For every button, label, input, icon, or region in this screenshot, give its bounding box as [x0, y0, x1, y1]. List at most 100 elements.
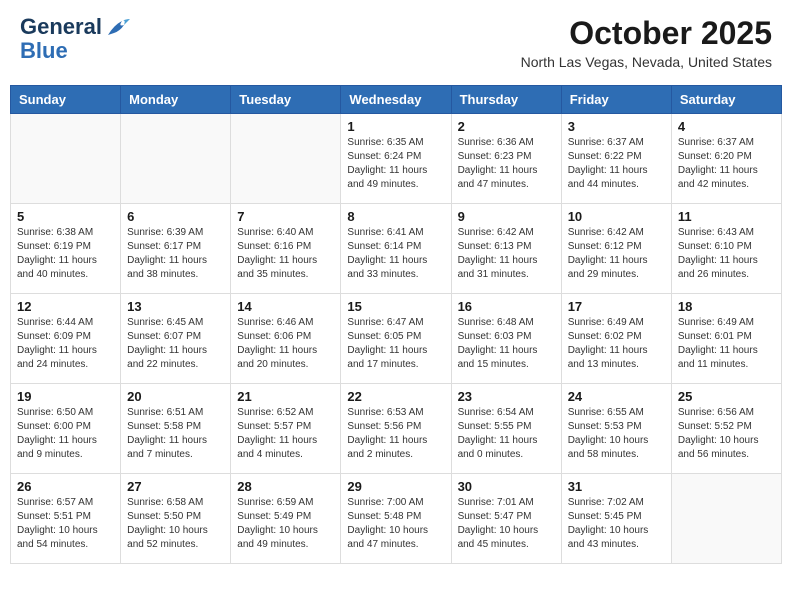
calendar-cell: 19 Sunrise: 6:50 AMSunset: 6:00 PMDayligh… [11, 384, 121, 474]
logo-bird-icon [104, 17, 132, 39]
day-info: Sunrise: 7:02 AMSunset: 5:45 PMDaylight:… [568, 496, 665, 552]
day-number: 31 [568, 479, 665, 494]
calendar-cell: 5 Sunrise: 6:38 AMSunset: 6:19 PMDaylight… [11, 204, 121, 294]
calendar-cell: 14 Sunrise: 6:46 AMSunset: 6:06 PMDayligh… [231, 294, 341, 384]
day-number: 22 [347, 389, 444, 404]
day-header-sunday: Sunday [11, 86, 121, 114]
day-number: 25 [678, 389, 775, 404]
day-info: Sunrise: 6:46 AMSunset: 6:06 PMDaylight:… [237, 316, 334, 372]
day-info: Sunrise: 6:49 AMSunset: 6:02 PMDaylight:… [568, 316, 665, 372]
calendar-cell: 27 Sunrise: 6:58 AMSunset: 5:50 PMDayligh… [121, 474, 231, 564]
day-number: 13 [127, 299, 224, 314]
day-number: 1 [347, 119, 444, 134]
day-number: 16 [458, 299, 555, 314]
calendar-cell: 12 Sunrise: 6:44 AMSunset: 6:09 PMDayligh… [11, 294, 121, 384]
day-header-saturday: Saturday [671, 86, 781, 114]
day-header-wednesday: Wednesday [341, 86, 451, 114]
day-info: Sunrise: 6:49 AMSunset: 6:01 PMDaylight:… [678, 316, 775, 372]
calendar-week-row: 19 Sunrise: 6:50 AMSunset: 6:00 PMDayligh… [11, 384, 782, 474]
day-info: Sunrise: 6:58 AMSunset: 5:50 PMDaylight:… [127, 496, 224, 552]
calendar-cell: 17 Sunrise: 6:49 AMSunset: 6:02 PMDayligh… [561, 294, 671, 384]
day-info: Sunrise: 6:52 AMSunset: 5:57 PMDaylight:… [237, 406, 334, 462]
calendar-cell: 13 Sunrise: 6:45 AMSunset: 6:07 PMDayligh… [121, 294, 231, 384]
calendar-cell: 6Sunrise: 6:39 AMSunset: 6:17 PMDaylight… [121, 204, 231, 294]
day-info: Sunrise: 6:38 AMSunset: 6:19 PMDaylight:… [17, 226, 114, 282]
day-header-tuesday: Tuesday [231, 86, 341, 114]
day-info: Sunrise: 6:42 AMSunset: 6:12 PMDaylight:… [568, 226, 665, 282]
calendar-cell: 1 Sunrise: 6:35 AMSunset: 6:24 PMDaylight… [341, 114, 451, 204]
day-number: 28 [237, 479, 334, 494]
calendar-cell: 31 Sunrise: 7:02 AMSunset: 5:45 PMDayligh… [561, 474, 671, 564]
calendar-cell [671, 474, 781, 564]
day-info: Sunrise: 6:47 AMSunset: 6:05 PMDaylight:… [347, 316, 444, 372]
location-title: North Las Vegas, Nevada, United States [521, 54, 772, 70]
day-header-friday: Friday [561, 86, 671, 114]
calendar-cell: 25 Sunrise: 6:56 AMSunset: 5:52 PMDayligh… [671, 384, 781, 474]
day-info: Sunrise: 6:45 AMSunset: 6:07 PMDaylight:… [127, 316, 224, 372]
day-number: 23 [458, 389, 555, 404]
calendar-cell: 11 Sunrise: 6:43 AMSunset: 6:10 PMDayligh… [671, 204, 781, 294]
day-number: 11 [678, 209, 775, 224]
day-info: Sunrise: 6:37 AMSunset: 6:20 PMDaylight:… [678, 136, 775, 192]
day-number: 19 [17, 389, 114, 404]
calendar-cell [11, 114, 121, 204]
calendar-week-row: 12 Sunrise: 6:44 AMSunset: 6:09 PMDayligh… [11, 294, 782, 384]
day-info: Sunrise: 7:00 AMSunset: 5:48 PMDaylight:… [347, 496, 444, 552]
day-info: Sunrise: 6:59 AMSunset: 5:49 PMDaylight:… [237, 496, 334, 552]
day-info: Sunrise: 6:41 AMSunset: 6:14 PMDaylight:… [347, 226, 444, 282]
logo-blue: Blue [20, 38, 68, 63]
day-info: Sunrise: 6:37 AMSunset: 6:22 PMDaylight:… [568, 136, 665, 192]
calendar-cell: 18Sunrise: 6:49 AMSunset: 6:01 PMDayligh… [671, 294, 781, 384]
day-info: Sunrise: 6:50 AMSunset: 6:00 PMDaylight:… [17, 406, 114, 462]
calendar-cell: 26Sunrise: 6:57 AMSunset: 5:51 PMDayligh… [11, 474, 121, 564]
day-info: Sunrise: 6:48 AMSunset: 6:03 PMDaylight:… [458, 316, 555, 372]
day-number: 10 [568, 209, 665, 224]
day-info: Sunrise: 6:35 AMSunset: 6:24 PMDaylight:… [347, 136, 444, 192]
day-info: Sunrise: 6:54 AMSunset: 5:55 PMDaylight:… [458, 406, 555, 462]
day-number: 17 [568, 299, 665, 314]
calendar-cell: 20Sunrise: 6:51 AMSunset: 5:58 PMDayligh… [121, 384, 231, 474]
calendar-cell: 9 Sunrise: 6:42 AMSunset: 6:13 PMDaylight… [451, 204, 561, 294]
day-number: 14 [237, 299, 334, 314]
day-info: Sunrise: 6:51 AMSunset: 5:58 PMDaylight:… [127, 406, 224, 462]
calendar-cell: 24Sunrise: 6:55 AMSunset: 5:53 PMDayligh… [561, 384, 671, 474]
day-info: Sunrise: 6:42 AMSunset: 6:13 PMDaylight:… [458, 226, 555, 282]
day-info: Sunrise: 6:36 AMSunset: 6:23 PMDaylight:… [458, 136, 555, 192]
calendar-cell: 21 Sunrise: 6:52 AMSunset: 5:57 PMDayligh… [231, 384, 341, 474]
logo-general: General [20, 14, 102, 39]
day-number: 29 [347, 479, 444, 494]
calendar-cell: 2 Sunrise: 6:36 AMSunset: 6:23 PMDaylight… [451, 114, 561, 204]
calendar-cell: 7Sunrise: 6:40 AMSunset: 6:16 PMDaylight… [231, 204, 341, 294]
day-info: Sunrise: 7:01 AMSunset: 5:47 PMDaylight:… [458, 496, 555, 552]
day-number: 21 [237, 389, 334, 404]
calendar-week-row: 26Sunrise: 6:57 AMSunset: 5:51 PMDayligh… [11, 474, 782, 564]
day-info: Sunrise: 6:39 AMSunset: 6:17 PMDaylight:… [127, 226, 224, 282]
calendar-table: SundayMondayTuesdayWednesdayThursdayFrid… [10, 85, 782, 564]
calendar-cell: 3 Sunrise: 6:37 AMSunset: 6:22 PMDaylight… [561, 114, 671, 204]
logo: General Blue [20, 15, 132, 63]
day-number: 4 [678, 119, 775, 134]
day-info: Sunrise: 6:44 AMSunset: 6:09 PMDaylight:… [17, 316, 114, 372]
calendar-cell: 8Sunrise: 6:41 AMSunset: 6:14 PMDaylight… [341, 204, 451, 294]
day-number: 2 [458, 119, 555, 134]
day-number: 15 [347, 299, 444, 314]
month-title: October 2025 [521, 15, 772, 52]
day-number: 5 [17, 209, 114, 224]
day-number: 9 [458, 209, 555, 224]
calendar-cell [231, 114, 341, 204]
day-info: Sunrise: 6:56 AMSunset: 5:52 PMDaylight:… [678, 406, 775, 462]
calendar-cell: 4 Sunrise: 6:37 AMSunset: 6:20 PMDaylight… [671, 114, 781, 204]
day-header-monday: Monday [121, 86, 231, 114]
day-number: 27 [127, 479, 224, 494]
calendar-cell: 10 Sunrise: 6:42 AMSunset: 6:12 PMDayligh… [561, 204, 671, 294]
day-number: 30 [458, 479, 555, 494]
calendar-week-row: 1 Sunrise: 6:35 AMSunset: 6:24 PMDaylight… [11, 114, 782, 204]
day-info: Sunrise: 6:43 AMSunset: 6:10 PMDaylight:… [678, 226, 775, 282]
day-number: 3 [568, 119, 665, 134]
calendar-cell: 23 Sunrise: 6:54 AMSunset: 5:55 PMDayligh… [451, 384, 561, 474]
day-info: Sunrise: 6:55 AMSunset: 5:53 PMDaylight:… [568, 406, 665, 462]
calendar-cell: 28 Sunrise: 6:59 AMSunset: 5:49 PMDayligh… [231, 474, 341, 564]
day-number: 12 [17, 299, 114, 314]
calendar-cell: 29 Sunrise: 7:00 AMSunset: 5:48 PMDayligh… [341, 474, 451, 564]
day-info: Sunrise: 6:53 AMSunset: 5:56 PMDaylight:… [347, 406, 444, 462]
